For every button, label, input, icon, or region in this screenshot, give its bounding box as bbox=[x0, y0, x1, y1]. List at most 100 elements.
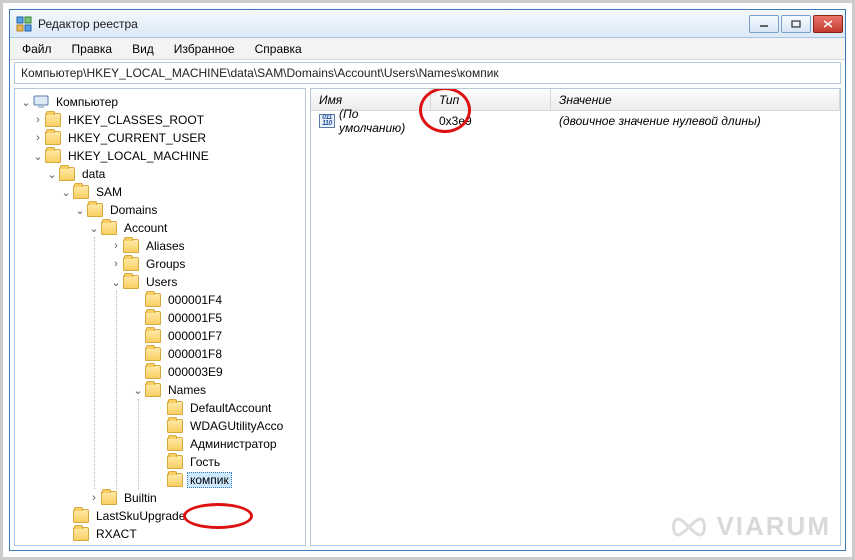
chevron-down-icon[interactable]: ⌄ bbox=[59, 186, 73, 199]
tree-users[interactable]: ⌄ Users bbox=[109, 273, 305, 291]
tree-user-1f5[interactable]: ·000001F5 bbox=[131, 309, 305, 327]
tree-label: Domains bbox=[107, 202, 160, 218]
tree-user-1f7[interactable]: ·000001F7 bbox=[131, 327, 305, 345]
tree-hkcu[interactable]: › HKEY_CURRENT_USER bbox=[31, 129, 305, 147]
tree-label: HKEY_CURRENT_USER bbox=[65, 130, 209, 146]
folder-icon bbox=[167, 455, 183, 469]
chevron-right-icon[interactable]: › bbox=[109, 240, 123, 252]
chevron-down-icon[interactable]: ⌄ bbox=[109, 276, 123, 289]
folder-icon bbox=[59, 167, 75, 181]
tree-sam[interactable]: ⌄ SAM bbox=[59, 183, 305, 201]
tree-pane[interactable]: ⌄ Компьютер › HKEY_CLASSES_ROOT › HKEY_CUR… bbox=[14, 88, 306, 546]
maximize-button[interactable] bbox=[781, 15, 811, 33]
folder-icon bbox=[123, 257, 139, 271]
tree-user-1f8[interactable]: ·000001F8 bbox=[131, 345, 305, 363]
tree-label: Names bbox=[165, 382, 209, 398]
folder-icon bbox=[167, 473, 183, 487]
tree-hklm[interactable]: ⌄ HKEY_LOCAL_MACHINE bbox=[31, 147, 305, 165]
tree-groups[interactable]: › Groups bbox=[109, 255, 305, 273]
chevron-down-icon[interactable]: ⌄ bbox=[31, 150, 45, 163]
tree-name-guest[interactable]: ·Гость bbox=[153, 453, 305, 471]
value-list-pane[interactable]: Имя Тип Значение 011110 (По умолчанию) 0… bbox=[310, 88, 841, 546]
tree-lastsku[interactable]: ·LastSkuUpgrade bbox=[59, 507, 305, 525]
tree-name-admin[interactable]: ·Администратор bbox=[153, 435, 305, 453]
value-name: (По умолчанию) bbox=[339, 107, 423, 135]
tree-label: 000001F7 bbox=[165, 328, 225, 344]
address-bar[interactable]: Компьютер\HKEY_LOCAL_MACHINE\data\SAM\Do… bbox=[14, 62, 841, 84]
folder-icon bbox=[87, 203, 103, 217]
tree-name-wdag[interactable]: ·WDAGUtilityAcco bbox=[153, 417, 305, 435]
tree-hkcr[interactable]: › HKEY_CLASSES_ROOT bbox=[31, 111, 305, 129]
list-row-default[interactable]: 011110 (По умолчанию) 0x3e9 (двоичное зн… bbox=[311, 111, 840, 131]
tree-name-default[interactable]: ·DefaultAccount bbox=[153, 399, 305, 417]
tree-label: SAM bbox=[93, 184, 125, 200]
folder-icon bbox=[101, 221, 117, 235]
column-type[interactable]: Тип bbox=[431, 89, 551, 110]
folder-icon bbox=[45, 149, 61, 163]
menu-help[interactable]: Справка bbox=[247, 40, 310, 58]
menu-favorites[interactable]: Избранное bbox=[166, 40, 243, 58]
value-type: 0x3e9 bbox=[431, 114, 551, 128]
chevron-right-icon[interactable]: › bbox=[87, 492, 101, 504]
chevron-right-icon[interactable]: › bbox=[31, 132, 45, 144]
tree-data[interactable]: ⌄ data bbox=[45, 165, 305, 183]
tree-label: HKEY_CLASSES_ROOT bbox=[65, 112, 207, 128]
folder-icon bbox=[101, 491, 117, 505]
chevron-right-icon[interactable]: › bbox=[31, 114, 45, 126]
tree-user-3e9[interactable]: ·000003E9 bbox=[131, 363, 305, 381]
computer-icon bbox=[33, 95, 49, 109]
chevron-down-icon[interactable]: ⌄ bbox=[131, 384, 145, 397]
titlebar: Редактор реестра bbox=[10, 10, 845, 38]
folder-icon bbox=[167, 437, 183, 451]
folder-icon bbox=[167, 419, 183, 433]
folder-icon bbox=[123, 239, 139, 253]
tree-label: data bbox=[79, 166, 108, 182]
menu-view[interactable]: Вид bbox=[124, 40, 162, 58]
folder-icon bbox=[45, 131, 61, 145]
menubar: Файл Правка Вид Избранное Справка bbox=[10, 38, 845, 60]
folder-icon bbox=[45, 113, 61, 127]
chevron-right-icon[interactable]: › bbox=[109, 258, 123, 270]
window-title: Редактор реестра bbox=[38, 17, 749, 31]
tree-name-kompik[interactable]: ·компик bbox=[153, 471, 305, 489]
folder-icon bbox=[145, 383, 161, 397]
binary-value-icon: 011110 bbox=[319, 114, 335, 128]
tree-label: LastSkuUpgrade bbox=[93, 508, 188, 524]
tree-label: Гость bbox=[187, 454, 223, 470]
tree-aliases[interactable]: ›Aliases bbox=[109, 237, 305, 255]
tree-label: 000001F8 bbox=[165, 346, 225, 362]
folder-icon bbox=[145, 293, 161, 307]
folder-icon bbox=[123, 275, 139, 289]
tree-label: Компьютер bbox=[53, 94, 121, 110]
tree-rxact[interactable]: ·RXACT bbox=[59, 525, 305, 543]
chevron-down-icon[interactable]: ⌄ bbox=[45, 168, 59, 181]
tree-builtin[interactable]: ›Builtin bbox=[87, 489, 305, 507]
column-value[interactable]: Значение bbox=[551, 89, 840, 110]
folder-icon bbox=[73, 527, 89, 541]
chevron-down-icon[interactable]: ⌄ bbox=[73, 204, 87, 217]
tree-user-1f4[interactable]: ·000001F4 bbox=[131, 291, 305, 309]
minimize-button[interactable] bbox=[749, 15, 779, 33]
expander-icon[interactable]: ⌄ bbox=[19, 96, 33, 109]
tree-label: Users bbox=[143, 274, 180, 290]
tree-label: Account bbox=[121, 220, 170, 236]
regedit-window: Редактор реестра Файл Правка Вид Избранн… bbox=[9, 9, 846, 551]
tree-label: Groups bbox=[143, 256, 188, 272]
folder-icon bbox=[73, 185, 89, 199]
tree-domains[interactable]: ⌄ Domains bbox=[73, 201, 305, 219]
tree-label: RXACT bbox=[93, 526, 140, 542]
tree-account[interactable]: ⌄ Account bbox=[87, 219, 305, 237]
folder-icon bbox=[145, 329, 161, 343]
tree-names[interactable]: ⌄ Names bbox=[131, 381, 305, 399]
menu-edit[interactable]: Правка bbox=[64, 40, 121, 58]
tree-label: 000001F4 bbox=[165, 292, 225, 308]
menu-file[interactable]: Файл bbox=[14, 40, 60, 58]
tree-root[interactable]: ⌄ Компьютер bbox=[17, 93, 305, 111]
address-text: Компьютер\HKEY_LOCAL_MACHINE\data\SAM\Do… bbox=[21, 66, 499, 80]
tree-label-selected: компик bbox=[187, 472, 232, 488]
tree-label: HKEY_LOCAL_MACHINE bbox=[65, 148, 212, 164]
close-button[interactable] bbox=[813, 15, 843, 33]
tree-label: 000001F5 bbox=[165, 310, 225, 326]
chevron-down-icon[interactable]: ⌄ bbox=[87, 222, 101, 235]
app-icon bbox=[16, 16, 32, 32]
